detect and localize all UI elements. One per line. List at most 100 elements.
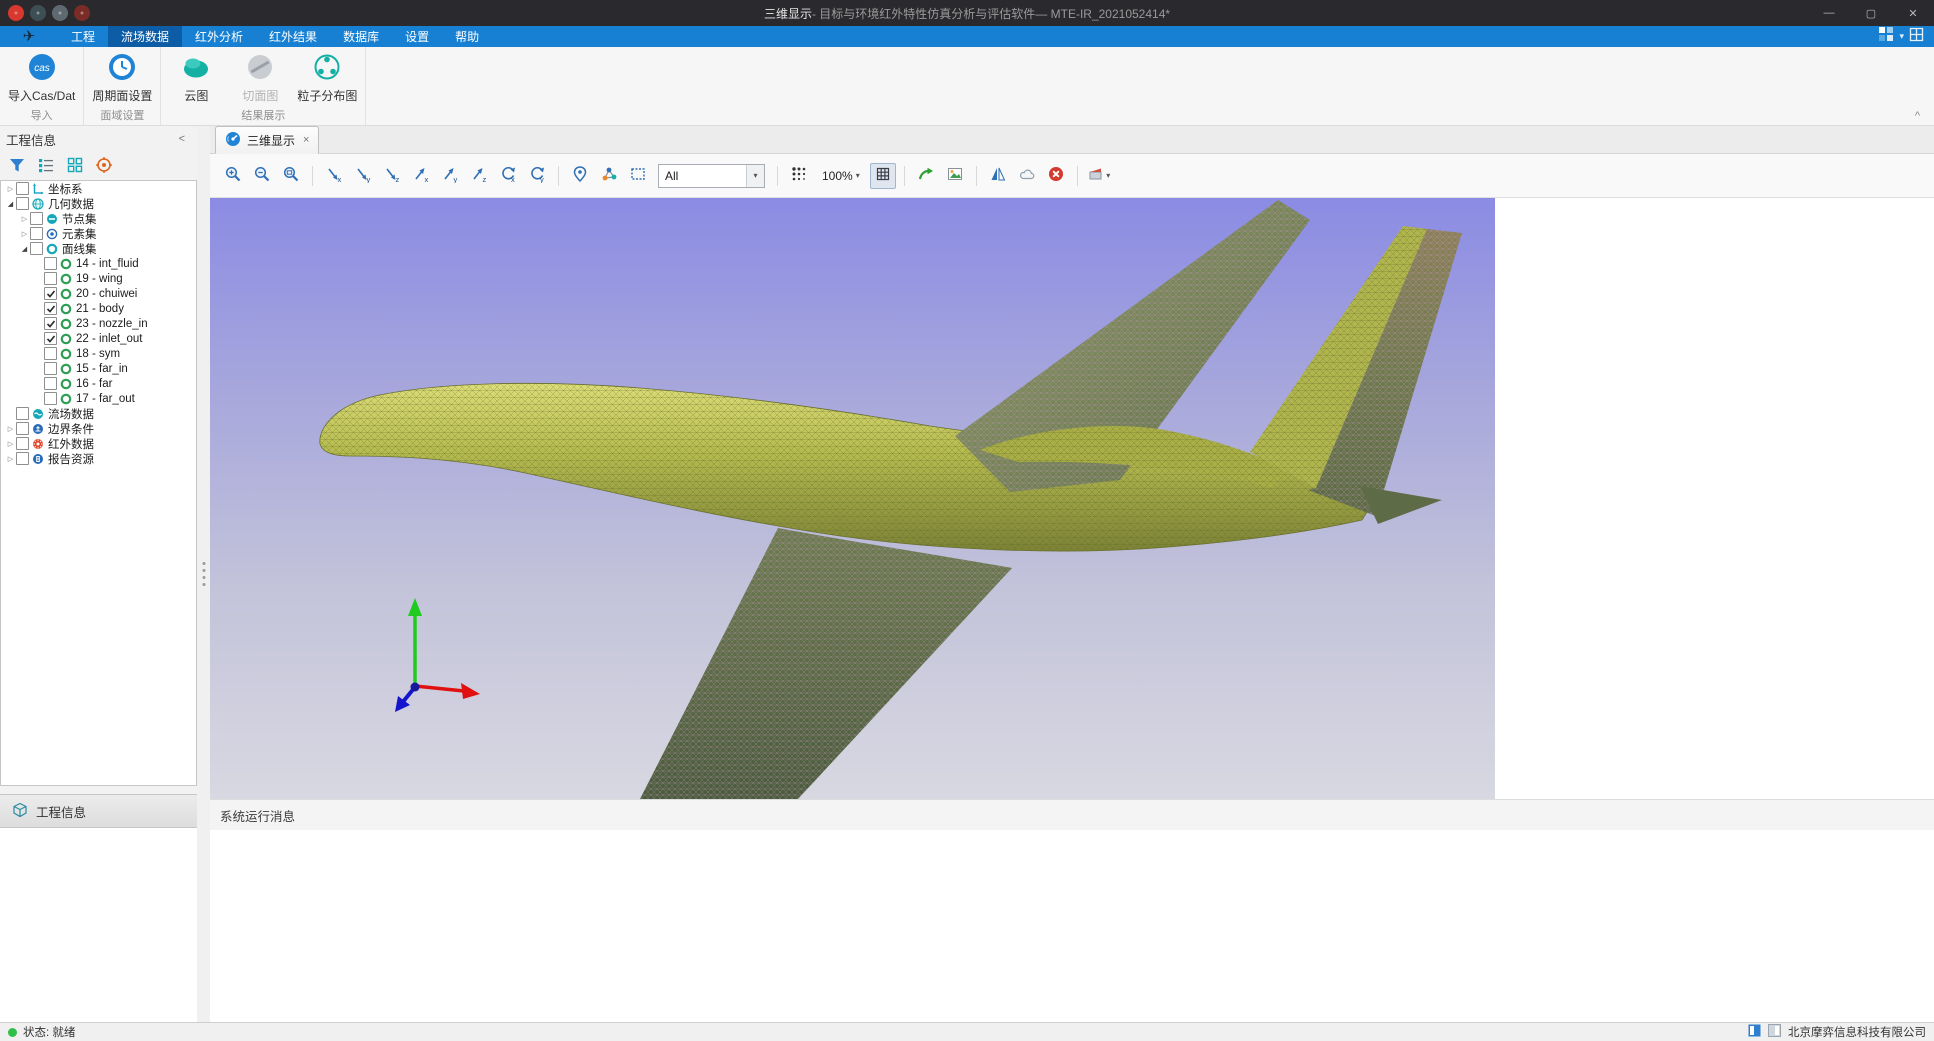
rotate-view-y-button[interactable]: y xyxy=(524,163,550,189)
view-axis-z-pos-button[interactable]: z xyxy=(466,163,492,189)
display-filter-select[interactable]: All▾ xyxy=(658,164,765,188)
tree-item-geometry-data[interactable]: ◢几何数据 xyxy=(1,196,196,211)
tree-item-checkbox[interactable] xyxy=(16,422,29,435)
panel-bottom-tab-project-info[interactable]: 工程信息 xyxy=(0,794,197,828)
panel-splitter[interactable] xyxy=(197,126,210,1022)
tree-item-checkbox[interactable] xyxy=(44,302,57,315)
tree-item-checkbox[interactable] xyxy=(16,197,29,210)
quick-button-3[interactable] xyxy=(52,5,68,21)
tree-item-16-far[interactable]: 16 - far xyxy=(1,376,196,391)
theme-style-icon[interactable] xyxy=(1878,26,1894,47)
tree-item-infrared-data[interactable]: ▷红外数据 xyxy=(1,436,196,451)
contour-button[interactable]: 云图 xyxy=(165,49,227,108)
clear-results-button[interactable] xyxy=(1043,163,1069,189)
panel-layout-gray-icon[interactable] xyxy=(1768,1024,1781,1040)
tree-item-checkbox[interactable] xyxy=(30,227,43,240)
zoom-level-select[interactable]: 100%▾ xyxy=(817,165,865,187)
save-image-button[interactable] xyxy=(942,163,968,189)
view-axis-x-neg-button[interactable]: x xyxy=(321,163,347,189)
tree-item-checkbox[interactable] xyxy=(44,347,57,360)
system-message-bar[interactable]: 系统运行消息 xyxy=(210,799,1934,830)
tree-item-flow-data[interactable]: 流场数据 xyxy=(1,406,196,421)
tree-item-checkbox[interactable] xyxy=(44,362,57,375)
close-tab-icon[interactable]: × xyxy=(301,134,309,146)
tree-item-checkbox[interactable] xyxy=(44,332,57,345)
panel-layout-blue-icon[interactable] xyxy=(1748,1024,1761,1040)
zoom-in-button[interactable] xyxy=(220,163,246,189)
halftone-button[interactable] xyxy=(786,163,812,189)
zoom-out-button[interactable] xyxy=(249,163,275,189)
tree-expand-arrow-icon[interactable]: ▷ xyxy=(5,185,16,193)
doc-tab-3d-view[interactable]: 三维显示 × xyxy=(215,126,319,154)
tree-item-node-set[interactable]: ▷节点集 xyxy=(1,211,196,226)
tree-item-coordinate-system[interactable]: ▷坐标系 xyxy=(1,181,196,196)
mirror-button[interactable] xyxy=(985,163,1011,189)
menu-tab-help[interactable]: 帮助 xyxy=(442,26,492,47)
tree-expand-arrow-icon[interactable]: ▷ xyxy=(5,455,16,463)
tree-item-element-set[interactable]: ▷元素集 xyxy=(1,226,196,241)
tree-item-checkbox[interactable] xyxy=(16,437,29,450)
layout-grid-icon[interactable] xyxy=(1909,27,1924,47)
tree-item-report-resources[interactable]: ▷报告资源 xyxy=(1,451,196,466)
chevron-down-icon[interactable]: ▾ xyxy=(746,165,764,187)
tree-item-boundary-conditions[interactable]: ▷边界条件 xyxy=(1,421,196,436)
filter-button[interactable] xyxy=(8,157,26,175)
tree-item-checkbox[interactable] xyxy=(16,452,29,465)
tree-item-checkbox[interactable] xyxy=(30,212,43,225)
tree-expand-arrow-icon[interactable]: ▷ xyxy=(5,440,16,448)
grid-toggle-button[interactable] xyxy=(870,163,896,189)
tree-item-checkbox[interactable] xyxy=(16,407,29,420)
tree-item-15-far-in[interactable]: 15 - far_in xyxy=(1,361,196,376)
quick-button-1[interactable] xyxy=(8,5,24,21)
list-view-button[interactable] xyxy=(37,157,55,175)
tree-item-checkbox[interactable] xyxy=(44,272,57,285)
close-button[interactable]: ✕ xyxy=(1892,0,1934,26)
clip-plane-button[interactable]: ▾ xyxy=(1086,163,1112,189)
view-axis-x-pos-button[interactable]: x xyxy=(408,163,434,189)
viewport-3d[interactable] xyxy=(210,198,1495,799)
tree-item-17-far-out[interactable]: 17 - far_out xyxy=(1,391,196,406)
particle-distribution-button[interactable]: 粒子分布图 xyxy=(293,49,361,108)
tree-item-checkbox[interactable] xyxy=(44,377,57,390)
tree-item-18-sym[interactable]: 18 - sym xyxy=(1,346,196,361)
tree-item-checkbox[interactable] xyxy=(44,287,57,300)
tree-item-checkbox[interactable] xyxy=(44,257,57,270)
probe-point-button[interactable] xyxy=(567,163,593,189)
tree-item-checkbox[interactable] xyxy=(16,182,29,195)
export-view-button[interactable] xyxy=(913,163,939,189)
tree-item-face-line-set[interactable]: ◢面线集 xyxy=(1,241,196,256)
menu-tab-project[interactable]: 工程 xyxy=(58,26,108,47)
ribbon-collapse-button[interactable]: ^ xyxy=(1909,109,1926,123)
panel-collapse-button[interactable]: < xyxy=(173,132,191,146)
tree-item-20-chuiwei[interactable]: 20 - chuiwei xyxy=(1,286,196,301)
zoom-area-button[interactable] xyxy=(278,163,304,189)
minimize-button[interactable]: — xyxy=(1808,0,1850,26)
tree-expand-arrow-icon[interactable]: ▷ xyxy=(5,425,16,433)
periodic-surface-button[interactable]: 周期面设置 xyxy=(88,49,156,108)
tree-item-14-int-fluid[interactable]: 14 - int_fluid xyxy=(1,256,196,271)
view-axis-y-pos-button[interactable]: y xyxy=(437,163,463,189)
quick-button-4[interactable] xyxy=(74,5,90,21)
view-axis-z-neg-button[interactable]: z xyxy=(379,163,405,189)
grid-view-button[interactable] xyxy=(66,157,84,175)
tree-expand-arrow-icon[interactable]: ◢ xyxy=(5,200,16,208)
menu-tab-settings[interactable]: 设置 xyxy=(392,26,442,47)
quick-button-2[interactable] xyxy=(30,5,46,21)
rotate-view-x-button[interactable]: x xyxy=(495,163,521,189)
tree-item-checkbox[interactable] xyxy=(44,392,57,405)
tree-item-checkbox[interactable] xyxy=(44,317,57,330)
view-axis-y-neg-button[interactable]: y xyxy=(350,163,376,189)
menu-tab-ir-analysis[interactable]: 红外分析 xyxy=(182,26,256,47)
maximize-button[interactable]: ▢ xyxy=(1850,0,1892,26)
menu-tab-ir-results[interactable]: 红外结果 xyxy=(256,26,330,47)
menu-tab-flow-data[interactable]: 流场数据 xyxy=(108,26,182,47)
menu-tab-database[interactable]: 数据库 xyxy=(330,26,392,47)
tree-item-22-inlet-out[interactable]: 22 - inlet_out xyxy=(1,331,196,346)
tree-item-checkbox[interactable] xyxy=(30,242,43,255)
node-links-button[interactable] xyxy=(596,163,622,189)
tree-item-23-nozzle-in[interactable]: 23 - nozzle_in xyxy=(1,316,196,331)
import-cas-button[interactable]: cas导入Cas/Dat xyxy=(4,49,79,108)
lasso-button[interactable] xyxy=(1014,163,1040,189)
box-zoom-button[interactable] xyxy=(625,163,651,189)
tree-item-21-body[interactable]: 21 - body xyxy=(1,301,196,316)
